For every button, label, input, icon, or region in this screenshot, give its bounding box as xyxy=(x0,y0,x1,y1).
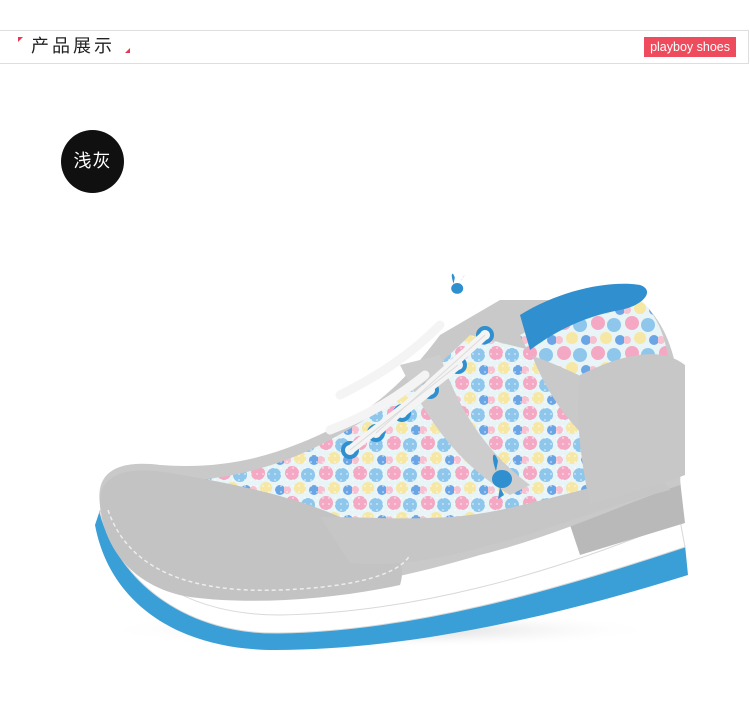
product-image xyxy=(80,255,700,655)
sneaker-image xyxy=(95,273,688,650)
section-title: 产品展示 xyxy=(31,36,115,57)
corner-mark-top-left xyxy=(18,37,23,42)
color-label-badge: 浅灰 xyxy=(61,130,124,193)
section-header: 产品展示 playboy shoes xyxy=(0,30,749,64)
brand-badge: playboy shoes xyxy=(644,37,736,57)
corner-mark-bottom-right xyxy=(125,48,130,53)
